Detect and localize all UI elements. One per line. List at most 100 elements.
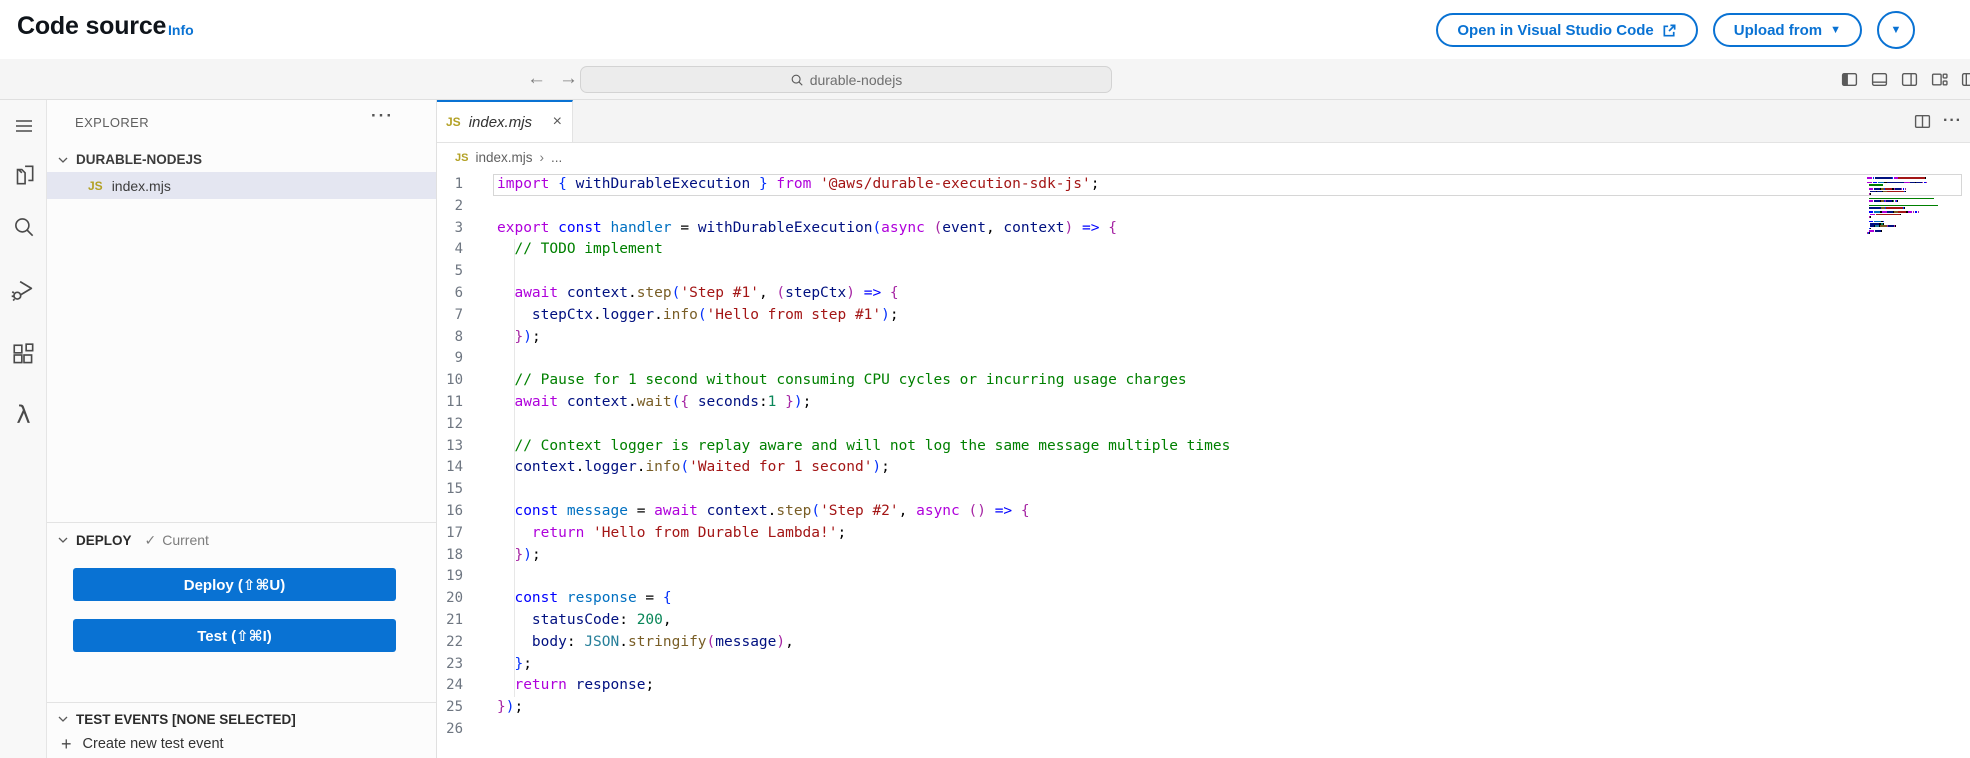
tree-file-index-mjs[interactable]: JS index.mjs xyxy=(47,172,436,199)
breadcrumb-symbol[interactable]: ... xyxy=(551,150,562,165)
line-number: 25 xyxy=(437,697,463,719)
nav-back-icon[interactable]: ← xyxy=(527,68,546,90)
code-editor[interactable]: 1234567891011121314151617181920212223242… xyxy=(437,172,1970,741)
line-number: 2 xyxy=(437,196,463,218)
line-number: 14 xyxy=(437,457,463,479)
deploy-status: ✓ Current xyxy=(145,532,209,549)
layout-controls xyxy=(1841,59,1970,99)
external-link-icon xyxy=(1662,23,1677,38)
test-events-section-header[interactable]: TEST EVENTS [NONE SELECTED] xyxy=(47,707,436,731)
line-number: 22 xyxy=(437,632,463,654)
menu-icon[interactable] xyxy=(10,112,37,139)
code-line[interactable]: const response = { xyxy=(497,588,1970,610)
line-number: 23 xyxy=(437,654,463,676)
fullscreen-icon[interactable] xyxy=(1961,71,1970,88)
code-line[interactable]: await context.step('Step #1', (stepCtx) … xyxy=(497,283,1970,305)
code-line[interactable]: const message = await context.step('Step… xyxy=(497,501,1970,523)
chevron-down-icon xyxy=(57,154,69,166)
breadcrumb-separator: › xyxy=(540,150,545,165)
test-button[interactable]: Test (⇧⌘I) xyxy=(73,619,396,652)
search-value: durable-nodejs xyxy=(810,72,903,88)
chevron-down-icon xyxy=(57,713,69,725)
divider xyxy=(47,522,436,523)
search-view-icon[interactable] xyxy=(10,213,37,240)
split-editor-icon[interactable] xyxy=(1914,113,1931,130)
deploy-button[interactable]: Deploy (⇧⌘U) xyxy=(73,568,396,601)
close-tab-icon[interactable]: × xyxy=(553,113,562,131)
open-in-vscode-button[interactable]: Open in Visual Studio Code xyxy=(1436,13,1697,47)
toggle-panel-left-icon[interactable] xyxy=(1841,71,1858,88)
code-line[interactable]: return 'Hello from Durable Lambda!'; xyxy=(497,523,1970,545)
line-number: 24 xyxy=(437,675,463,697)
line-number: 11 xyxy=(437,392,463,414)
line-number: 3 xyxy=(437,218,463,240)
js-file-icon: JS xyxy=(446,115,461,129)
explorer-files-icon[interactable] xyxy=(10,161,37,188)
explorer-header: EXPLORER ··· xyxy=(47,100,436,144)
create-new-test-event[interactable]: + Create new test event xyxy=(47,731,436,757)
editor-toolbar: ← → durable-nodejs xyxy=(0,59,1970,100)
code-line[interactable] xyxy=(497,348,1970,370)
code-line[interactable]: }; xyxy=(497,654,1970,676)
code-line[interactable]: }); xyxy=(497,697,1970,719)
minimap[interactable] xyxy=(1867,177,1941,237)
command-center-search[interactable]: durable-nodejs xyxy=(580,66,1112,93)
explorer-more-icon[interactable]: ··· xyxy=(371,106,394,126)
line-number: 16 xyxy=(437,501,463,523)
line-number: 17 xyxy=(437,523,463,545)
code-line[interactable]: await context.wait({ seconds:1 }); xyxy=(497,392,1970,414)
extensions-icon[interactable] xyxy=(10,341,37,368)
workbench: λ EXPLORER ··· DURABLE-NODEJS JS index.m… xyxy=(0,100,1970,758)
breadcrumb-file[interactable]: index.mjs xyxy=(475,150,532,165)
tab-index-mjs[interactable]: JS index.mjs × xyxy=(437,100,573,142)
code-line[interactable]: body: JSON.stringify(message), xyxy=(497,632,1970,654)
deploy-section-header[interactable]: DEPLOY ✓ Current xyxy=(47,528,436,552)
tree-folder-durable-nodejs[interactable]: DURABLE-NODEJS xyxy=(47,147,436,172)
code-line[interactable] xyxy=(497,566,1970,588)
code-line[interactable] xyxy=(497,261,1970,283)
editor-group: JS index.mjs × ··· JS index.mjs › ... 12… xyxy=(437,100,1970,758)
line-number: 7 xyxy=(437,305,463,327)
toggle-panel-right-icon[interactable] xyxy=(1901,71,1918,88)
aws-lambda-icon[interactable]: λ xyxy=(10,401,37,428)
code-line[interactable]: import { withDurableExecution } from '@a… xyxy=(493,174,1962,196)
aws-console-header: Code source Info Open in Visual Studio C… xyxy=(0,0,1970,59)
code-line[interactable]: // Context logger is replay aware and wi… xyxy=(497,436,1970,458)
code-line[interactable] xyxy=(497,414,1970,436)
line-number: 4 xyxy=(437,239,463,261)
more-actions-button[interactable]: ▼ xyxy=(1877,11,1915,49)
toggle-panel-bottom-icon[interactable] xyxy=(1871,71,1888,88)
code-line[interactable]: context.logger.info('Waited for 1 second… xyxy=(497,457,1970,479)
code-line[interactable]: stepCtx.logger.info('Hello from step #1'… xyxy=(497,305,1970,327)
line-number: 9 xyxy=(437,348,463,370)
caret-down-icon: ▼ xyxy=(1830,24,1841,36)
code-line[interactable]: }); xyxy=(497,545,1970,567)
nav-forward-icon[interactable]: → xyxy=(559,68,578,90)
line-number: 21 xyxy=(437,610,463,632)
customize-layout-icon[interactable] xyxy=(1931,71,1948,88)
plus-icon: + xyxy=(61,734,72,755)
code-line[interactable]: }); xyxy=(497,327,1970,349)
check-icon: ✓ xyxy=(145,532,157,549)
code-line[interactable] xyxy=(497,719,1970,741)
code-line[interactable]: return response; xyxy=(497,675,1970,697)
code-line[interactable]: // TODO implement xyxy=(497,239,1970,261)
header-actions: Open in Visual Studio Code Upload from ▼… xyxy=(1436,11,1915,49)
code-line[interactable]: // Pause for 1 second without consuming … xyxy=(497,370,1970,392)
chevron-down-icon xyxy=(57,534,69,546)
run-debug-icon[interactable] xyxy=(10,276,37,303)
editor-more-icon[interactable]: ··· xyxy=(1943,112,1962,130)
code-line[interactable] xyxy=(497,479,1970,501)
divider xyxy=(47,702,436,703)
code-line[interactable]: statusCode: 200, xyxy=(497,610,1970,632)
upload-from-button[interactable]: Upload from ▼ xyxy=(1713,13,1862,47)
line-number: 12 xyxy=(437,414,463,436)
breadcrumb[interactable]: JS index.mjs › ... xyxy=(437,143,1970,172)
code-line[interactable] xyxy=(497,196,1970,218)
code-content[interactable]: import { withDurableExecution } from '@a… xyxy=(497,172,1970,741)
info-link[interactable]: Info xyxy=(168,22,194,38)
caret-down-icon: ▼ xyxy=(1891,24,1902,36)
line-number: 26 xyxy=(437,719,463,741)
explorer-title: EXPLORER xyxy=(75,115,149,130)
code-line[interactable]: export const handler = withDurableExecut… xyxy=(497,218,1970,240)
